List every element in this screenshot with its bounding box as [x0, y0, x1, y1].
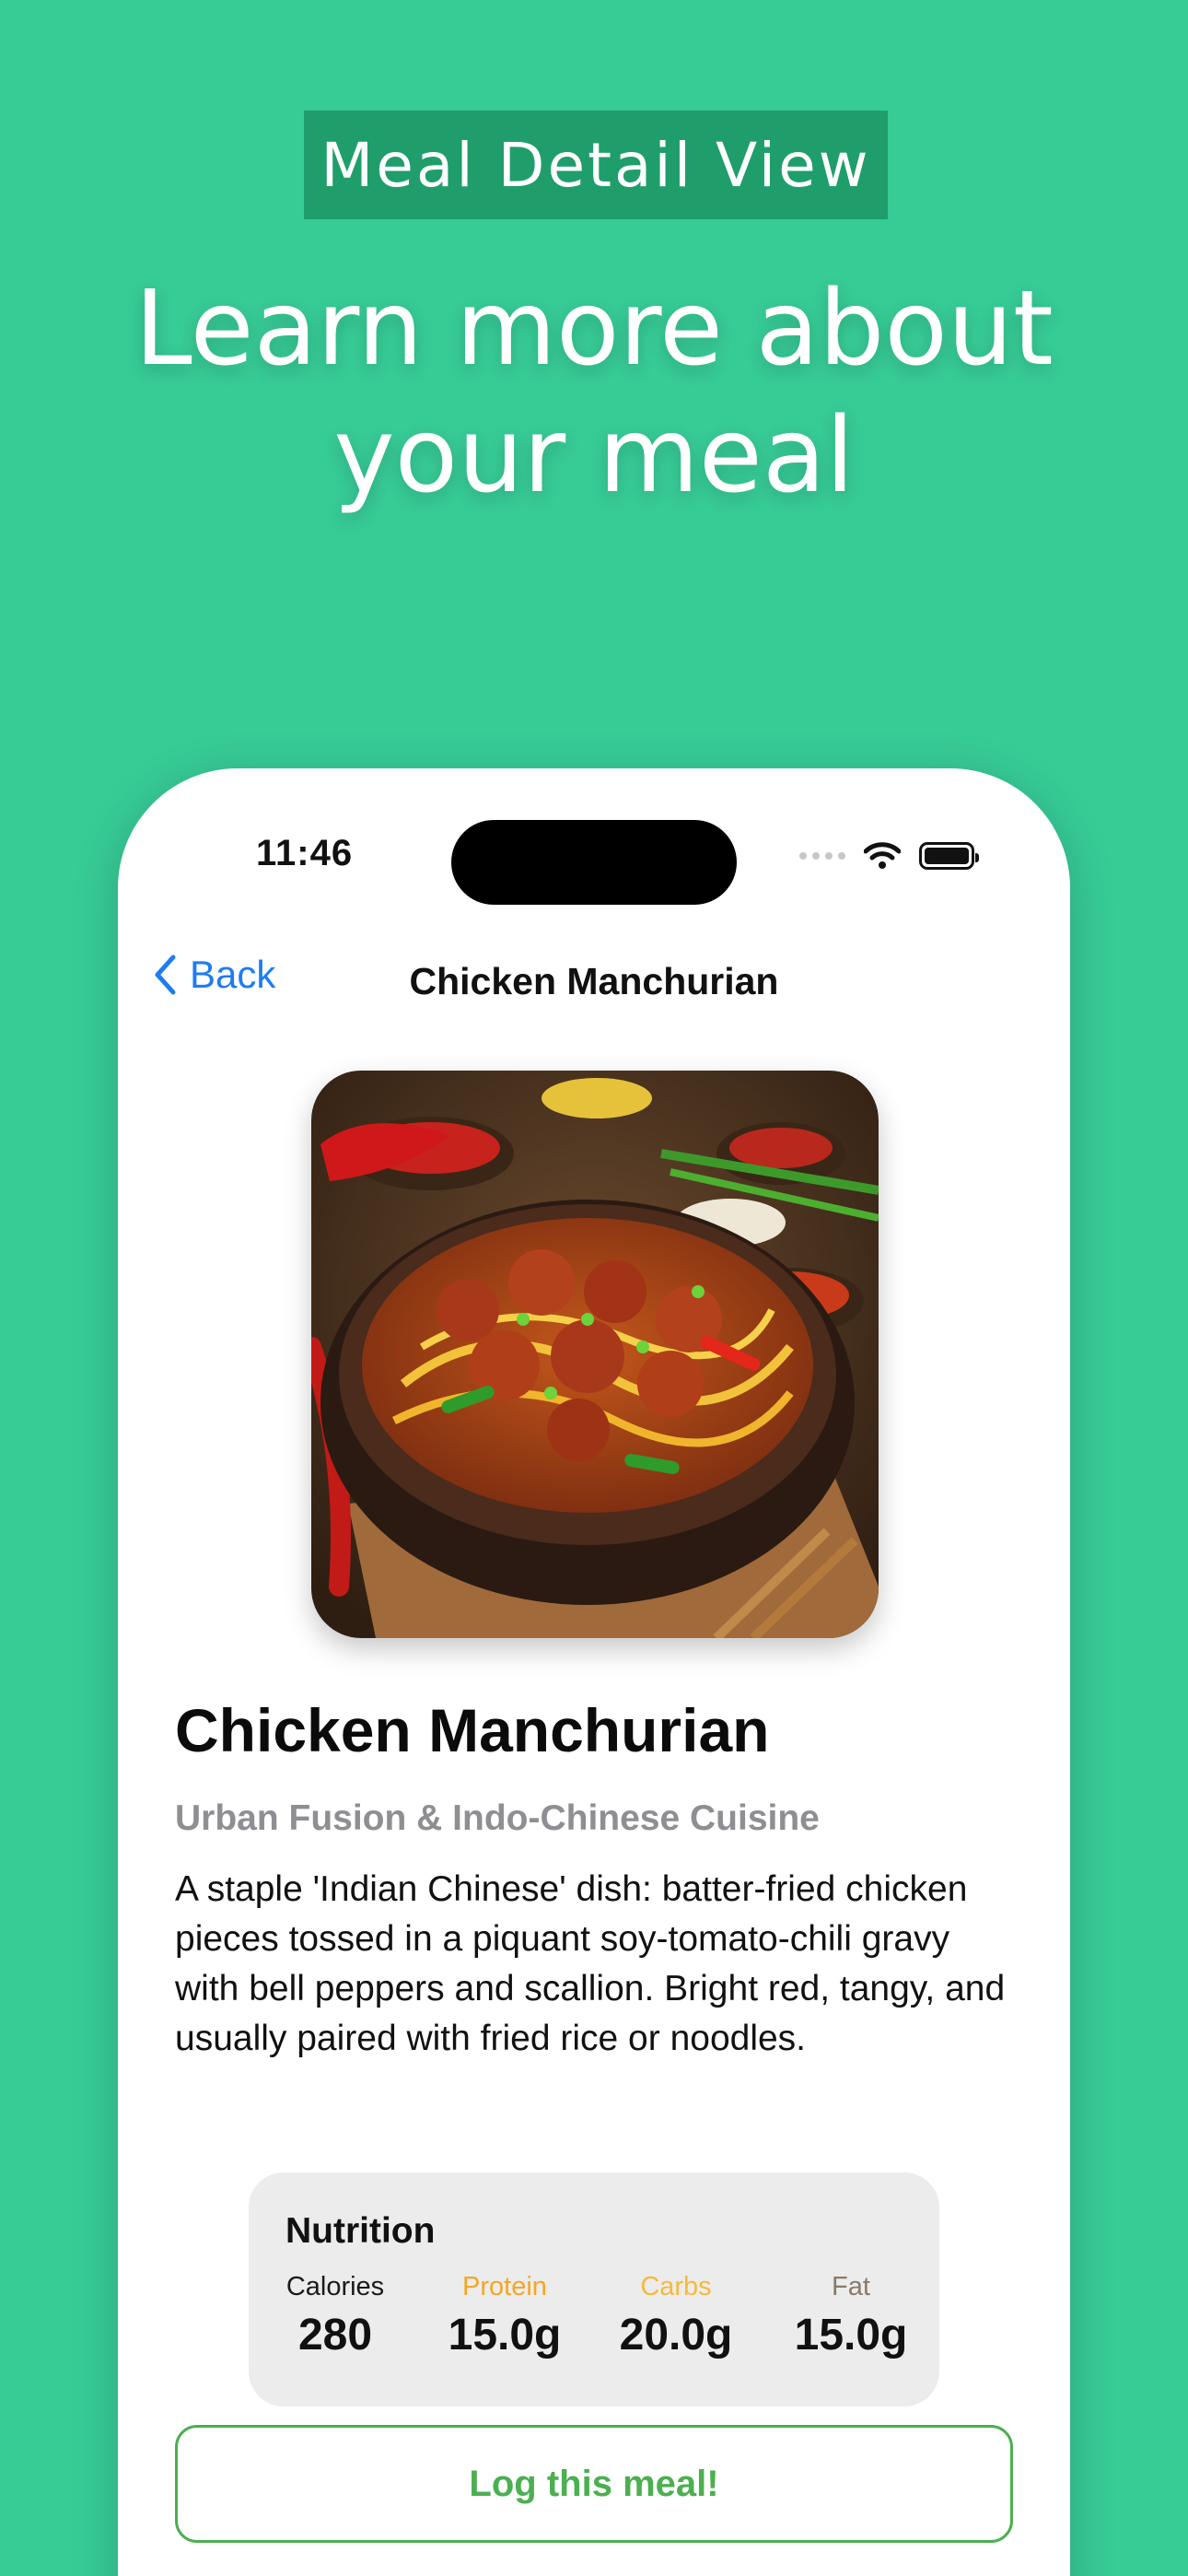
- fat-label: Fat: [832, 2272, 870, 2301]
- page: Meal Detail View Learn more about your m…: [0, 0, 1188, 2576]
- phone-frame: 11:46 Back Chicken Manchurian Chicken Ma…: [118, 768, 1070, 2576]
- headline-line-2: your meal: [333, 396, 855, 516]
- status-time: 11:46: [256, 833, 354, 873]
- cellular-signal-icon: [799, 852, 845, 860]
- protein-label: Protein: [462, 2272, 547, 2301]
- log-meal-button[interactable]: Log this meal!: [175, 2425, 1013, 2543]
- protein-value: 15.0g: [448, 2311, 562, 2359]
- nutrition-fat: Fat 15.0g: [768, 2272, 934, 2360]
- nutrition-protein: Protein 15.0g: [422, 2272, 588, 2360]
- navigation-bar: Back Chicken Manchurian: [118, 934, 1070, 1026]
- nutrition-title: Nutrition: [285, 2211, 436, 2251]
- nutrition-carbs: Carbs 20.0g: [593, 2272, 759, 2360]
- meal-image: [311, 1071, 879, 1638]
- status-icons: [799, 842, 979, 870]
- feature-badge: Meal Detail View: [304, 111, 888, 219]
- nutrition-card: Nutrition Calories 280 Protein 15.0g Car…: [249, 2172, 939, 2406]
- headline-line-1: Learn more about: [134, 269, 1054, 389]
- battery-icon: [919, 842, 979, 870]
- carbs-label: Carbs: [640, 2272, 712, 2301]
- nutrition-calories: Calories 280: [252, 2272, 418, 2360]
- meal-description: A staple 'Indian Chinese' dish: batter-f…: [175, 1869, 1006, 2058]
- nav-title: Chicken Manchurian: [409, 960, 779, 1002]
- meal-title: Chicken Manchurian: [175, 1696, 770, 1764]
- calories-label: Calories: [285, 2272, 385, 2301]
- meal-cuisine: Urban Fusion & Indo-Chinese Cuisine: [175, 1798, 820, 1838]
- wifi-icon: [864, 842, 901, 869]
- fat-value: 15.0g: [794, 2311, 908, 2359]
- carbs-value: 20.0g: [619, 2311, 733, 2359]
- dynamic-island: [451, 820, 737, 905]
- calories-value: 280: [297, 2311, 373, 2359]
- promo-headline: Learn more about your meal: [0, 265, 1188, 520]
